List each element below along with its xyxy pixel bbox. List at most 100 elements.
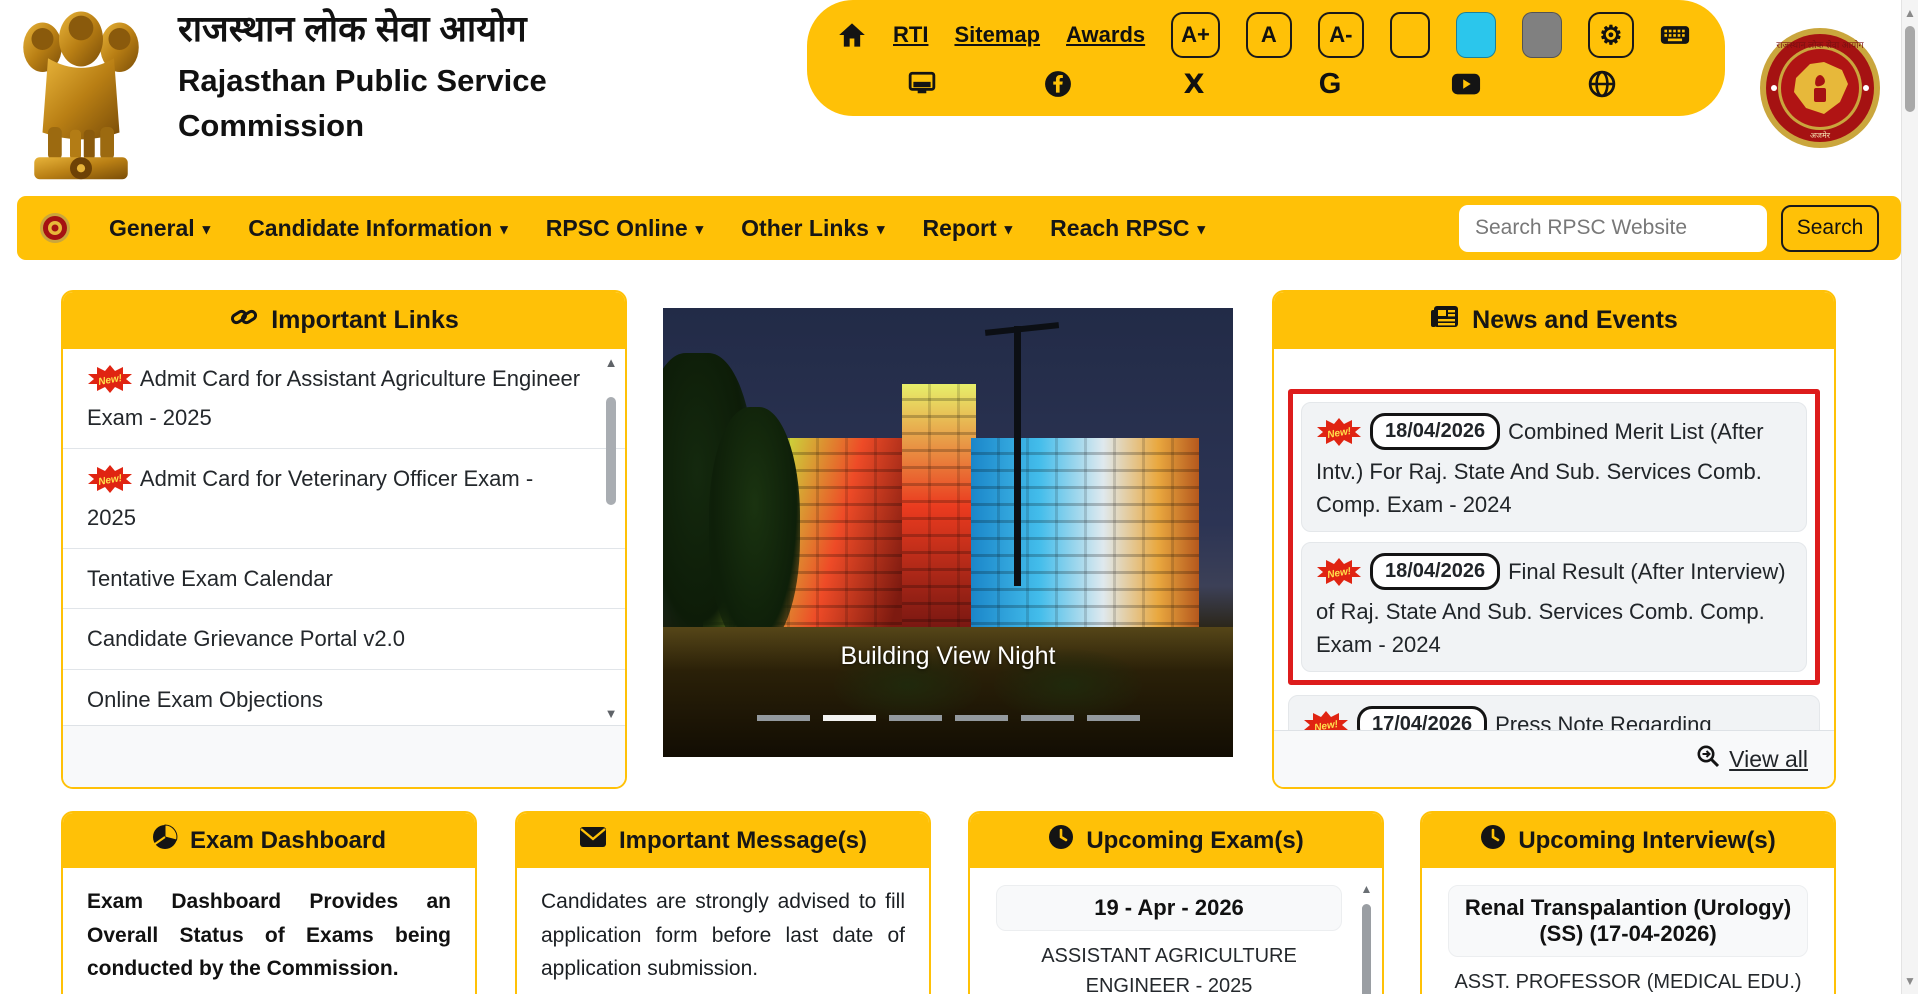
important-links-scrollbar[interactable]: ▲ ▼ [603, 355, 619, 721]
news-item[interactable]: New!18/04/2026Combined Merit List (After… [1301, 402, 1807, 532]
view-all-link[interactable]: View all [1696, 744, 1808, 774]
carousel-indicator-3[interactable] [889, 715, 942, 721]
search-input[interactable] [1459, 205, 1767, 252]
chevron-down-icon: ▾ [1005, 219, 1013, 237]
chevron-down-icon: ▾ [500, 219, 508, 237]
navbar-seal-icon [39, 212, 71, 244]
font-decrease-button[interactable]: A- [1318, 12, 1364, 58]
page-scrollbar[interactable]: ▲ ▼ [1901, 0, 1918, 994]
settings-gear-icon[interactable]: ⚙ [1588, 12, 1634, 58]
scroll-down-icon[interactable]: ▼ [603, 706, 619, 721]
globe-language-icon[interactable] [1587, 69, 1617, 99]
link-rti[interactable]: RTI [893, 22, 928, 48]
nav-menu-other-links[interactable]: Other Links▾ [741, 215, 884, 242]
x-twitter-icon[interactable]: X [1179, 69, 1209, 99]
scrollbar-thumb[interactable] [1362, 904, 1371, 994]
scrollbar-thumb[interactable] [1905, 26, 1915, 112]
upcoming-exam-date[interactable]: 19 - Apr - 2026 [996, 885, 1342, 931]
svg-text:राजस्थान लोक सेवा आयोग: राजस्थान लोक सेवा आयोग [1776, 39, 1864, 50]
carousel-indicator-1[interactable] [757, 715, 810, 721]
nav-menu-general[interactable]: General▾ [109, 215, 210, 242]
chevron-down-icon: ▾ [203, 219, 211, 237]
news-date-badge: 18/04/2026 [1370, 553, 1500, 590]
news-title: News and Events [1472, 306, 1678, 335]
important-link-item[interactable]: Online Exam Objections [63, 670, 625, 727]
youtube-icon[interactable] [1451, 69, 1481, 99]
new-badge-icon: New! [1316, 558, 1362, 595]
upcoming-exam-name[interactable]: ASSISTANT AGRICULTURE ENGINEER - 2025 [996, 941, 1342, 994]
upcoming-exams-header: Upcoming Exam(s) [970, 813, 1382, 868]
pie-chart-icon [152, 824, 178, 857]
theme-gray-swatch[interactable] [1522, 12, 1562, 58]
scroll-up-icon[interactable]: ▲ [1902, 6, 1918, 20]
upcoming-exams-scrollbar[interactable]: ▲ [1359, 882, 1374, 994]
clock-icon [1048, 824, 1074, 857]
upcoming-interview-name[interactable]: ASST. PROFESSOR (MEDICAL EDU.) 2021 [1448, 967, 1808, 994]
scroll-up-icon[interactable]: ▲ [603, 355, 619, 370]
scrollbar-thumb[interactable] [606, 397, 616, 505]
screen-reader-monitor-icon[interactable] [907, 69, 937, 99]
link-chain-icon [229, 304, 259, 337]
chevron-down-icon: ▾ [1198, 219, 1206, 237]
font-normal-button[interactable]: A [1246, 12, 1292, 58]
news-list: New!18/04/2026Combined Merit List (After… [1274, 349, 1834, 789]
news-header: News and Events [1274, 292, 1834, 349]
navbar-search: Search [1459, 205, 1879, 252]
exam-dashboard-header: Exam Dashboard [63, 813, 475, 868]
photo-carousel[interactable]: Building View Night [663, 308, 1233, 757]
google-icon[interactable]: G [1315, 69, 1345, 99]
carousel-indicator-2-active[interactable] [823, 715, 876, 721]
virtual-keyboard-icon[interactable] [1660, 20, 1690, 50]
news-date-badge: 18/04/2026 [1370, 413, 1500, 450]
chevron-down-icon: ▾ [696, 219, 704, 237]
scroll-down-icon[interactable]: ▼ [1902, 974, 1918, 988]
carousel-indicator-4[interactable] [955, 715, 1008, 721]
site-title: राजस्थान लोक सेवा आयोग Rajasthan Public … [178, 6, 638, 149]
important-links-title: Important Links [271, 306, 459, 335]
rpsc-homepage: राजस्थान लोक सेवा आयोग Rajasthan Public … [0, 0, 1918, 994]
chevron-down-icon: ▾ [877, 219, 885, 237]
upcoming-interview-title[interactable]: Renal Transpalantion (Urology) (SS) (17-… [1448, 885, 1808, 957]
link-sitemap[interactable]: Sitemap [954, 22, 1040, 48]
clock-icon [1480, 824, 1506, 857]
upcoming-interviews-header: Upcoming Interview(s) [1422, 813, 1834, 868]
important-link-item[interactable]: New! Admit Card for Assistant Agricultur… [63, 349, 625, 449]
new-badge-icon: New! [87, 365, 133, 402]
rpsc-seal-logo: राजस्थान लोक सेवा आयोग अजमेर [1758, 26, 1882, 150]
upcoming-interviews-card: Upcoming Interview(s) Renal Transpalanti… [1420, 811, 1836, 994]
theme-default-swatch[interactable] [1390, 12, 1430, 58]
envelope-icon [579, 826, 607, 855]
nav-menu-candidate-information[interactable]: Candidate Information▾ [248, 215, 508, 242]
facebook-icon[interactable] [1043, 69, 1073, 99]
important-link-item[interactable]: New! Admit Card for Veterinary Officer E… [63, 449, 625, 549]
important-link-item[interactable]: Tentative Exam Calendar [63, 549, 625, 610]
news-item[interactable]: New!18/04/2026Final Result (After Interv… [1301, 542, 1807, 672]
important-messages-title: Important Message(s) [619, 827, 867, 855]
new-badge-icon: New! [87, 465, 133, 502]
news-and-events-panel: News and Events New!18/04/2026Combined M… [1272, 290, 1836, 789]
font-increase-button[interactable]: A+ [1171, 12, 1220, 58]
search-button[interactable]: Search [1781, 205, 1879, 252]
important-link-item[interactable]: Candidate Grievance Portal v2.0 [63, 609, 625, 670]
scroll-up-icon[interactable]: ▲ [1359, 882, 1374, 896]
carousel-indicator-6[interactable] [1087, 715, 1140, 721]
exam-dashboard-text: Exam Dashboard Provides an Overall Statu… [87, 885, 451, 986]
carousel-indicator-5[interactable] [1021, 715, 1074, 721]
nav-menu-rpsc-online[interactable]: RPSC Online▾ [546, 215, 703, 242]
important-links-list: New! Admit Card for Assistant Agricultur… [63, 349, 625, 727]
carousel-image-lamp-pole [1014, 326, 1021, 586]
exam-dashboard-title: Exam Dashboard [190, 827, 386, 855]
carousel-indicators [663, 715, 1233, 721]
social-icons-row: X G [807, 58, 1725, 104]
nav-menu-reach-rpsc[interactable]: Reach RPSC▾ [1050, 215, 1205, 242]
theme-cyan-swatch[interactable] [1456, 12, 1496, 58]
site-title-hindi: राजस्थान लोक सेवा आयोग [178, 6, 638, 51]
link-awards[interactable]: Awards [1066, 22, 1145, 48]
main-navbar: General▾ Candidate Information▾ RPSC Onl… [17, 196, 1901, 260]
svg-text:अजमेर: अजमेर [1810, 130, 1831, 140]
newspaper-icon [1430, 304, 1460, 337]
site-title-english: Rajasthan Public Service Commission [178, 59, 618, 149]
home-icon[interactable] [837, 20, 867, 50]
nav-menu-report[interactable]: Report▾ [923, 215, 1013, 242]
carousel-image-building-tower [902, 384, 976, 640]
